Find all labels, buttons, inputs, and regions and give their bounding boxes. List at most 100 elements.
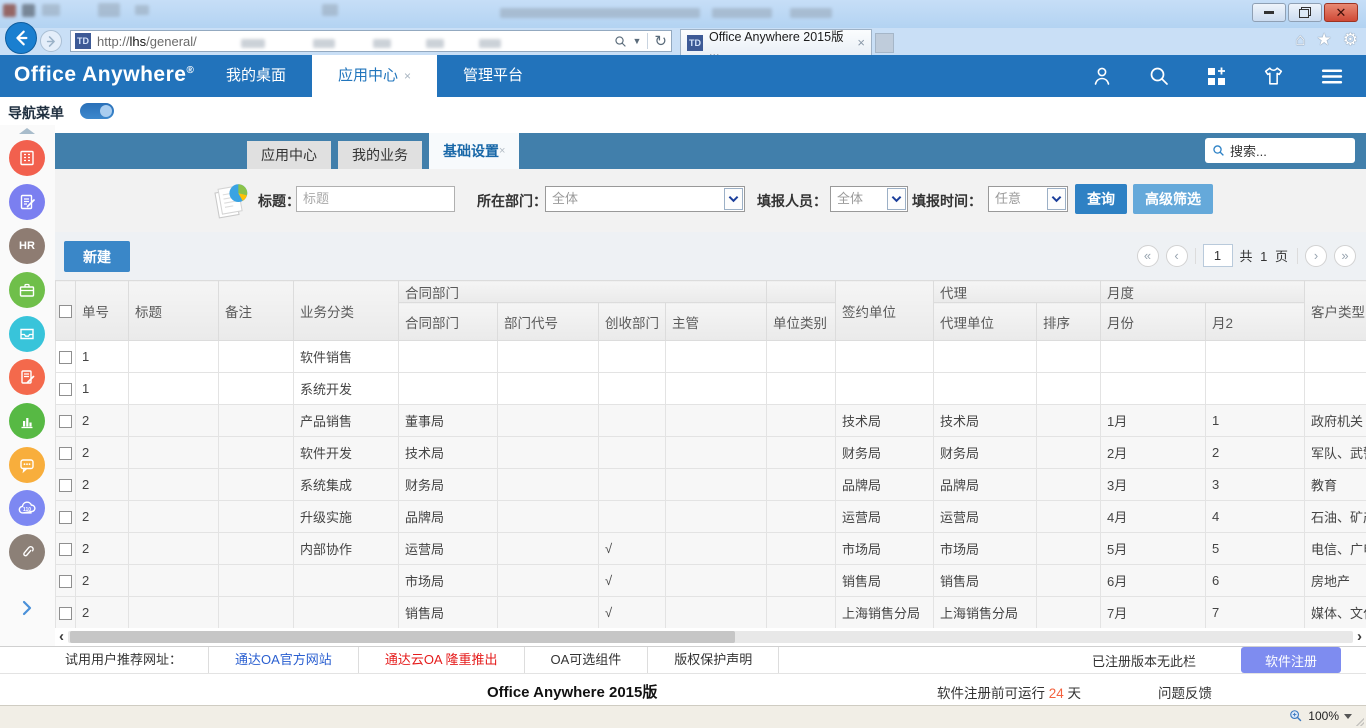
search-icon[interactable] xyxy=(1147,64,1171,88)
row-checkbox[interactable] xyxy=(59,543,72,556)
tab-close-icon[interactable]: × xyxy=(404,69,411,83)
collapse-up-icon[interactable] xyxy=(19,128,35,134)
zoom-control[interactable]: 100% xyxy=(1289,709,1352,723)
row-checkbox[interactable] xyxy=(59,607,72,620)
column-header[interactable]: 月份 xyxy=(1101,303,1206,341)
column-header[interactable]: 签约单位 xyxy=(836,281,934,341)
back-button[interactable] xyxy=(5,22,37,54)
prev-page-button[interactable]: ‹ xyxy=(1166,245,1188,267)
table-row[interactable]: 2软件开发技术局财务局财务局2月2军队、武警 xyxy=(56,437,1366,469)
close-button[interactable]: ✕ xyxy=(1324,3,1358,22)
tab-close-icon[interactable]: × xyxy=(857,35,865,50)
tab-app-center[interactable]: 应用中心 xyxy=(247,141,331,169)
billing-icon[interactable] xyxy=(9,359,45,395)
page-number-input[interactable]: 1 xyxy=(1203,244,1233,267)
row-checkbox[interactable] xyxy=(59,351,72,364)
query-button[interactable]: 查询 xyxy=(1075,184,1127,214)
column-header[interactable]: 客户类型 xyxy=(1305,281,1366,341)
table-row[interactable]: 2市场局√销售局销售局6月6房地产 xyxy=(56,565,1366,597)
table-row[interactable]: 2升级实施品牌局运营局运营局4月4石油、矿产 xyxy=(56,501,1366,533)
cloud-icon[interactable]: 110 xyxy=(9,490,45,526)
expand-right-icon[interactable] xyxy=(17,598,37,618)
nav-tab-my-desktop[interactable]: 我的桌面 xyxy=(200,55,312,97)
search-icon[interactable] xyxy=(614,35,627,48)
dept-filter-select[interactable]: 全体 xyxy=(545,186,745,212)
select-caret-icon[interactable] xyxy=(724,188,743,210)
table-row[interactable]: 1软件销售 xyxy=(56,341,1366,373)
document-edit-icon[interactable] xyxy=(9,184,45,220)
column-header[interactable]: 月2 xyxy=(1206,303,1305,341)
briefcase-icon[interactable] xyxy=(9,272,45,308)
message-icon[interactable] xyxy=(9,447,45,483)
row-checkbox[interactable] xyxy=(59,447,72,460)
official-site-link[interactable]: 通达OA官方网站 xyxy=(209,647,359,674)
column-header[interactable]: 单位类别 xyxy=(767,303,836,341)
zoom-caret-icon[interactable] xyxy=(1344,714,1352,719)
browser-tab[interactable]: TD Office Anywhere 2015版 ... × xyxy=(680,29,872,55)
column-header[interactable]: 备注 xyxy=(219,281,294,341)
person-filter-select[interactable]: 全体 xyxy=(830,186,908,212)
cloud-oa-link[interactable]: 通达云OA 隆重推出 xyxy=(359,647,525,674)
user-icon[interactable] xyxy=(1090,64,1114,88)
search-input[interactable]: 搜索... xyxy=(1205,138,1355,163)
address-bar[interactable]: TD http://lhs/general/ ▼ ↻ xyxy=(70,30,672,52)
next-page-button[interactable]: › xyxy=(1305,245,1327,267)
title-filter-input[interactable]: 标题 xyxy=(296,186,455,212)
select-caret-icon[interactable] xyxy=(887,188,906,210)
restore-button[interactable] xyxy=(1288,3,1322,22)
column-header[interactable]: 标题 xyxy=(129,281,219,341)
tab-my-business[interactable]: 我的业务 xyxy=(338,141,422,169)
row-checkbox[interactable] xyxy=(59,415,72,428)
scroll-left-icon[interactable]: ‹ xyxy=(59,628,64,646)
nav-tab-app-center[interactable]: 应用中心× xyxy=(312,55,437,97)
nav-tab-admin-platform[interactable]: 管理平台 xyxy=(437,55,549,97)
new-tab-button[interactable] xyxy=(875,33,894,53)
select-caret-icon[interactable] xyxy=(1047,188,1066,210)
minimize-button[interactable] xyxy=(1252,3,1286,22)
column-header[interactable]: 业务分类 xyxy=(294,281,399,341)
first-page-button[interactable]: « xyxy=(1137,245,1159,267)
column-header[interactable]: 单号 xyxy=(76,281,129,341)
table-row[interactable]: 1系统开发 xyxy=(56,373,1366,405)
row-checkbox[interactable] xyxy=(59,511,72,524)
table-row[interactable]: 2产品销售董事局技术局技术局1月1政府机关 xyxy=(56,405,1366,437)
column-header[interactable]: 部门代号 xyxy=(498,303,599,341)
office-app-icon[interactable] xyxy=(9,140,45,176)
refresh-icon[interactable]: ↻ xyxy=(654,32,667,50)
software-register-button[interactable]: 软件注册 xyxy=(1241,647,1341,673)
chart-icon[interactable] xyxy=(9,403,45,439)
inbox-icon[interactable] xyxy=(9,316,45,352)
row-checkbox[interactable] xyxy=(59,479,72,492)
last-page-button[interactable]: » xyxy=(1334,245,1356,267)
select-all-checkbox[interactable] xyxy=(59,305,72,318)
hr-icon[interactable]: HR xyxy=(9,228,45,264)
row-checkbox[interactable] xyxy=(59,383,72,396)
row-checkbox[interactable] xyxy=(59,575,72,588)
table-row[interactable]: 2销售局√上海销售分局上海销售分局7月7媒体、文化 xyxy=(56,597,1366,629)
optional-components-link[interactable]: OA可选组件 xyxy=(525,647,649,674)
copyright-link[interactable]: 版权保护声明 xyxy=(648,647,779,674)
table-row[interactable]: 2内部协作运营局√市场局市场局5月5电信、广电 xyxy=(56,533,1366,565)
column-header[interactable]: 创收部门 xyxy=(599,303,666,341)
address-dropdown-caret[interactable]: ▼ xyxy=(633,36,642,46)
tab-basic-settings[interactable]: 基础设置× xyxy=(429,133,519,169)
settings-gear-icon[interactable]: ⚙ xyxy=(1343,30,1358,50)
attachment-icon[interactable] xyxy=(9,534,45,570)
scrollbar-thumb[interactable] xyxy=(70,631,735,643)
forward-button[interactable] xyxy=(40,30,62,52)
column-header[interactable]: 合同部门 xyxy=(399,303,498,341)
horizontal-scrollbar[interactable]: ‹ › xyxy=(55,628,1366,646)
new-button[interactable]: 新建 xyxy=(64,241,130,272)
table-row[interactable]: 2系统集成财务局品牌局品牌局3月3教育 xyxy=(56,469,1366,501)
advanced-filter-button[interactable]: 高级筛选 xyxy=(1133,184,1213,214)
column-header[interactable]: 代理单位 xyxy=(934,303,1037,341)
time-filter-select[interactable]: 任意 xyxy=(988,186,1068,212)
scroll-right-icon[interactable]: › xyxy=(1357,628,1362,646)
menu-hamburger-icon[interactable] xyxy=(1319,64,1344,89)
scrollbar-track[interactable] xyxy=(68,631,1353,643)
nav-menu-toggle[interactable] xyxy=(80,103,114,119)
theme-shirt-icon[interactable] xyxy=(1261,64,1286,89)
column-header[interactable]: 主管 xyxy=(666,303,767,341)
tab-close-icon[interactable]: × xyxy=(499,145,505,157)
home-icon[interactable]: ⌂ xyxy=(1295,30,1305,50)
